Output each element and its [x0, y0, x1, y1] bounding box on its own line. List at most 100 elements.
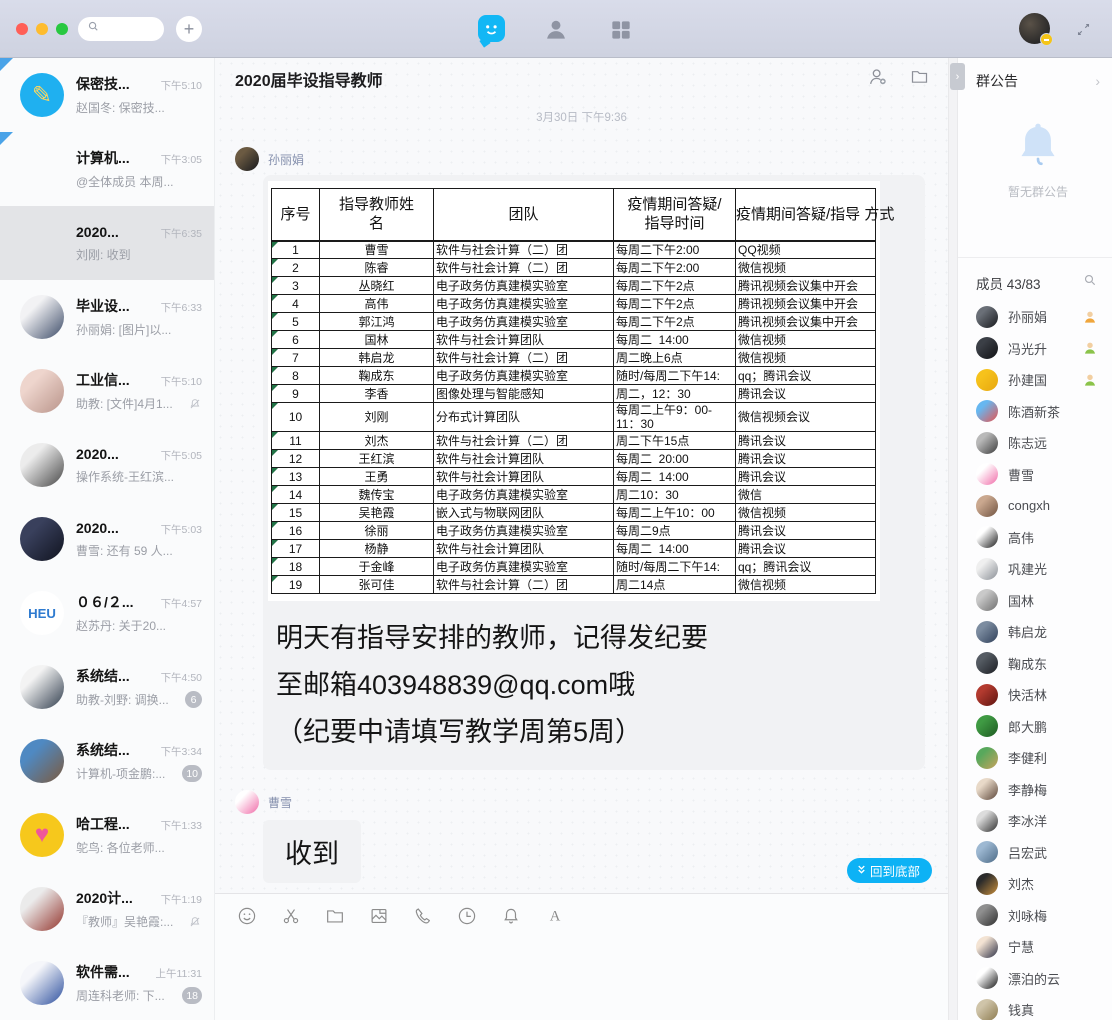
member-row[interactable]: 冯光升: [958, 333, 1112, 365]
contacts-tab-icon[interactable]: [543, 17, 569, 48]
table-cell: 腾讯会议: [736, 432, 876, 450]
member-name: 孙建国: [1008, 370, 1072, 389]
add-member-icon[interactable]: [867, 66, 889, 93]
table-cell: 徐丽: [320, 522, 434, 540]
phone-icon[interactable]: [412, 905, 434, 927]
folder-icon[interactable]: [324, 905, 346, 927]
bell-icon[interactable]: [500, 905, 522, 927]
message-scroll-area[interactable]: 3月30日 下午9:36 孙丽娟 序号指导教师姓 名团队疫情期间答疑/ 指导时间…: [215, 100, 948, 893]
table-cell: 腾讯会议: [736, 450, 876, 468]
back-to-bottom-label: 回到底部: [870, 861, 920, 880]
member-name: 刘杰: [1008, 874, 1098, 893]
table-cell: 于金峰: [320, 558, 434, 576]
member-avatar: [976, 936, 998, 958]
sender-avatar[interactable]: [235, 790, 259, 814]
table-cell: 电子政务仿真建模实验室: [434, 313, 614, 331]
history-icon[interactable]: [456, 905, 478, 927]
member-row[interactable]: 宁慧: [958, 931, 1112, 963]
member-row[interactable]: 孙丽娟: [958, 301, 1112, 333]
zoom-window-button[interactable]: [56, 23, 68, 35]
my-avatar[interactable]: [1019, 13, 1050, 44]
member-row[interactable]: 李冰洋: [958, 805, 1112, 837]
chat-list-item[interactable]: 系统结...下午3:34计算机-项金鹏:...10: [0, 724, 214, 798]
member-name: 快活林: [1008, 685, 1098, 704]
panel-collapse-handle[interactable]: ›: [950, 63, 965, 90]
chat-list-item[interactable]: ✎保密技...下午5:10赵国冬: 保密技...: [0, 58, 214, 132]
font-icon[interactable]: A: [544, 905, 566, 927]
add-button[interactable]: +: [176, 16, 202, 42]
member-name: 国林: [1008, 591, 1098, 610]
chat-scrollbar-track[interactable]: [948, 58, 958, 1020]
chat-item-preview: 孙丽娟: [图片]以...: [76, 321, 202, 338]
composer[interactable]: A: [215, 893, 948, 1020]
chat-item-title: 2020计...: [76, 888, 133, 908]
chat-list-item[interactable]: HEU０６/２...下午4:57赵苏丹: 关于20...: [0, 576, 214, 650]
folder-icon[interactable]: [909, 66, 930, 92]
table-cell: 3: [272, 277, 320, 295]
chat-avatar: [20, 295, 64, 339]
table-cell: 软件与社会计算团队: [434, 331, 614, 349]
table-cell: 电子政务仿真建模实验室: [434, 522, 614, 540]
member-row[interactable]: 曹雪: [958, 459, 1112, 491]
schedule-table-image[interactable]: 序号指导教师姓 名团队疫情期间答疑/ 指导时间疫情期间答疑/指导 方式 1曹雪软…: [268, 181, 880, 601]
table-row: 4高伟电子政务仿真建模实验室每周二下午2点腾讯视频会议集中开会: [272, 295, 876, 313]
image-icon[interactable]: [368, 905, 390, 927]
member-name: 陈酒新茶: [1008, 402, 1098, 421]
emoji-icon[interactable]: [236, 905, 258, 927]
table-cell: 图像处理与智能感知: [434, 385, 614, 403]
member-row[interactable]: 鞠成东: [958, 648, 1112, 680]
chat-list-item[interactable]: 工业信...下午5:10助教: [文件]4月1...: [0, 354, 214, 428]
member-row[interactable]: 巩建光: [958, 553, 1112, 585]
table-cell: 电子政务仿真建模实验室: [434, 486, 614, 504]
table-cell: 分布式计算团队: [434, 403, 614, 432]
message-bubble[interactable]: 序号指导教师姓 名团队疫情期间答疑/ 指导时间疫情期间答疑/指导 方式 1曹雪软…: [263, 175, 925, 770]
caption-line: 至邮箱403948839@qq.com哦: [276, 662, 917, 709]
sender-avatar[interactable]: [235, 147, 259, 171]
member-row[interactable]: 刘咏梅: [958, 900, 1112, 932]
member-search-icon[interactable]: [1082, 272, 1098, 293]
member-name: 宁慧: [1008, 937, 1098, 956]
member-row[interactable]: 吕宏武: [958, 837, 1112, 869]
chat-list-item[interactable]: 2020计...下午1:19『教师』吴艳霞:...: [0, 872, 214, 946]
member-row[interactable]: 陈酒新茶: [958, 396, 1112, 428]
member-row[interactable]: 韩启龙: [958, 616, 1112, 648]
table-cell: 每周二下午2:00: [614, 241, 736, 259]
table-cell: 2: [272, 259, 320, 277]
chat-list-item[interactable]: 2020...下午5:05操作系统-王红滨...: [0, 428, 214, 502]
apps-grid-icon[interactable]: [608, 17, 634, 48]
member-row[interactable]: 国林: [958, 585, 1112, 617]
close-window-button[interactable]: [16, 23, 28, 35]
chat-list-item[interactable]: 毕业设...下午6:33孙丽娟: [图片]以...: [0, 280, 214, 354]
member-row[interactable]: 李静梅: [958, 774, 1112, 806]
member-row[interactable]: congxh: [958, 490, 1112, 522]
messages-tab-icon[interactable]: [478, 15, 505, 42]
member-row[interactable]: 孙建国: [958, 364, 1112, 396]
table-cell: 每周二9点: [614, 522, 736, 540]
message-bubble[interactable]: 收到: [263, 820, 361, 883]
member-row[interactable]: 快活林: [958, 679, 1112, 711]
chat-list-item[interactable]: 2020...下午5:03曹雪: 还有 59 人...: [0, 502, 214, 576]
member-row[interactable]: 李健利: [958, 742, 1112, 774]
minimize-window-button[interactable]: [36, 23, 48, 35]
member-name: 巩建光: [1008, 559, 1098, 578]
member-row[interactable]: 漂泊的云: [958, 963, 1112, 995]
chat-list-item[interactable]: ♥哈工程...下午1:33鸵鸟: 各位老师...: [0, 798, 214, 872]
chat-list-item[interactable]: 系统结...下午4:50助教-刘野: 调换...6: [0, 650, 214, 724]
expand-arrows-icon[interactable]: [1075, 21, 1092, 43]
member-row[interactable]: 陈志远: [958, 427, 1112, 459]
member-row[interactable]: 刘杰: [958, 868, 1112, 900]
chat-list-item[interactable]: 2020...下午6:35刘刚: 收到: [0, 206, 214, 280]
search-input[interactable]: [78, 17, 164, 41]
unread-badge: 6: [185, 691, 202, 708]
member-avatar: [976, 715, 998, 737]
member-row[interactable]: 钱真: [958, 994, 1112, 1020]
member-row[interactable]: 高伟: [958, 522, 1112, 554]
chat-list-item[interactable]: 计算机...下午3:05@全体成员 本周...: [0, 132, 214, 206]
chevron-right-icon[interactable]: ›: [1095, 73, 1100, 89]
table-cell: 微信视频: [736, 331, 876, 349]
screenshot-icon[interactable]: [280, 905, 302, 927]
chat-list-item[interactable]: 软件需...上午11:31周连科老师: 下...18: [0, 946, 214, 1020]
back-to-bottom-button[interactable]: 回到底部: [847, 858, 932, 883]
table-cell: 软件与社会计算（二）团: [434, 349, 614, 367]
member-row[interactable]: 郎大鹏: [958, 711, 1112, 743]
